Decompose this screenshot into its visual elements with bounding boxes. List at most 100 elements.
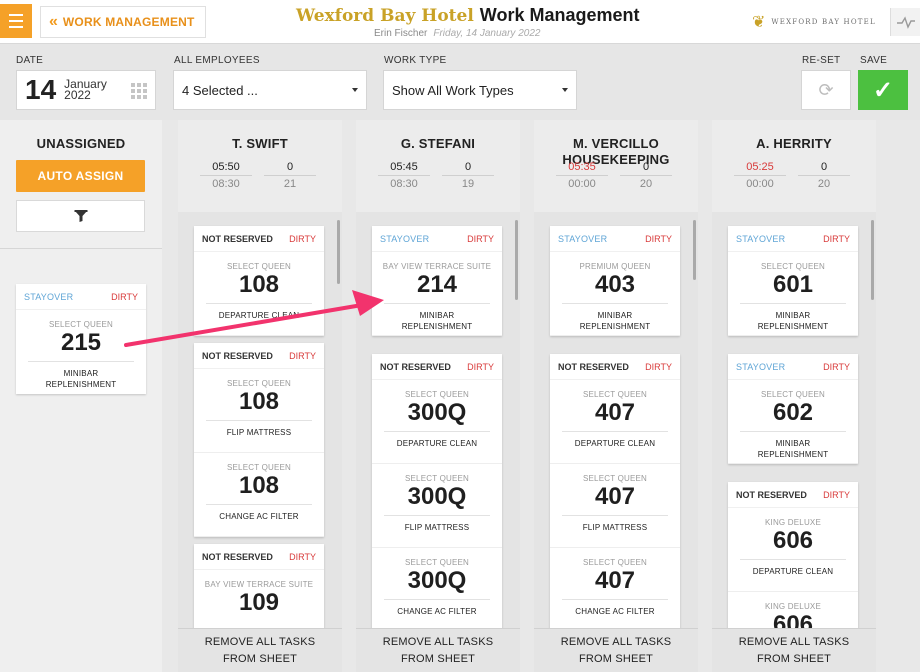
scrollbar[interactable] <box>515 220 518 300</box>
task-name: FLIP MATTRESS <box>404 523 470 532</box>
task-card[interactable]: STAYOVER DIRTY BAY VIEW TERRACE SUITE 21… <box>372 226 502 336</box>
reservation-status: STAYOVER <box>558 233 608 244</box>
room-task[interactable]: SELECT QUEEN 108 CHANGE AC FILTER <box>194 453 324 537</box>
employee-name: G. STEFANI <box>400 136 476 151</box>
employee-column: T. SWIFT 05:50 08:30 0 21 NOT RESERVED D… <box>178 120 342 672</box>
room-state: DIRTY <box>645 233 672 244</box>
employees-select[interactable]: 4 Selected ... <box>173 70 367 110</box>
back-button-label: WORK MANAGEMENT <box>62 15 195 29</box>
task-card[interactable]: NOT RESERVED DIRTY SELECT QUEEN 108 DEPA… <box>194 226 324 336</box>
scrollbar[interactable] <box>337 220 340 284</box>
room-number: 214 <box>416 271 458 298</box>
room-number: 606 <box>772 527 814 554</box>
task-list[interactable]: NOT RESERVED DIRTY SELECT QUEEN 108 DEPA… <box>178 212 342 628</box>
room-type: SELECT QUEEN <box>582 558 648 567</box>
task-list[interactable]: STAYOVER DIRTY SELECT QUEEN 601 MINIBAR R… <box>712 212 876 628</box>
refresh-icon: ⟳ <box>818 79 834 100</box>
room-task[interactable]: SELECT QUEEN 407 DEPARTURE CLEAN <box>550 380 680 464</box>
date-day: 14 <box>25 74 57 105</box>
task-card[interactable]: STAYOVER DIRTY PREMIUM QUEEN 403 MINIBAR… <box>550 226 680 336</box>
menu-icon <box>9 14 23 16</box>
room-state: DIRTY <box>823 233 850 244</box>
scrollbar[interactable] <box>871 220 874 300</box>
save-label: SAVE <box>860 55 888 66</box>
room-type: SELECT QUEEN <box>404 474 470 483</box>
room-number: 108 <box>238 472 280 499</box>
task-name: CHANGE AC FILTER <box>575 607 655 616</box>
room-task[interactable]: KING DELUXE 606 DEPARTURE CLEAN <box>728 508 858 592</box>
filter-button[interactable] <box>16 200 145 232</box>
task-card[interactable]: NOT RESERVED DIRTY BAY VIEW TERRACE SUIT… <box>194 544 324 628</box>
double-chevron-left-icon: « <box>49 13 58 30</box>
hotel-name: Wexford Bay Hotel <box>296 6 474 26</box>
task-name: DEPARTURE CLEAN <box>218 311 300 320</box>
task-name: CHANGE AC FILTER <box>219 512 299 521</box>
room-number: 601 <box>772 271 814 298</box>
date-picker[interactable]: 14 January 2022 <box>16 70 156 110</box>
room-task[interactable]: SELECT QUEEN 602 MINIBAR REPLENISHMENT <box>728 380 858 464</box>
room-task[interactable]: SELECT QUEEN 108 FLIP MATTRESS <box>194 369 324 453</box>
calendar-icon <box>131 83 147 99</box>
room-number: 403 <box>594 271 636 298</box>
reservation-status: STAYOVER <box>24 291 74 302</box>
task-card[interactable]: STAYOVER DIRTY SELECT QUEEN 601 MINIBAR R… <box>728 226 858 336</box>
remove-all-tasks-button[interactable]: REMOVE ALL TASKS FROM SHEET <box>356 628 520 672</box>
remove-all-tasks-button[interactable]: REMOVE ALL TASKS FROM SHEET <box>712 628 876 672</box>
task-list[interactable]: STAYOVER DIRTY PREMIUM QUEEN 403 MINIBAR… <box>534 212 698 628</box>
room-task[interactable]: PREMIUM QUEEN 403 MINIBAR REPLENISHMENT <box>550 252 680 336</box>
task-card[interactable]: STAYOVER DIRTY SELECT QUEEN 215 MINIBAR … <box>16 284 146 394</box>
time-stat: 05:50 08:30 <box>200 160 252 191</box>
task-card[interactable]: NOT RESERVED DIRTY SELECT QUEEN 300Q DEP… <box>372 354 502 628</box>
reservation-status: NOT RESERVED <box>380 361 451 372</box>
filter-bar: DATE 14 January 2022 ALL EMPLOYEES 4 Sel… <box>0 44 920 120</box>
hamburger-menu-button[interactable] <box>0 4 32 38</box>
room-task[interactable]: BAY VIEW TERRACE SUITE 109 <box>194 570 324 628</box>
task-card[interactable]: NOT RESERVED DIRTY KING DELUXE 606 DEPAR… <box>728 482 858 628</box>
remove-all-tasks-button[interactable]: REMOVE ALL TASKS FROM SHEET <box>178 628 342 672</box>
back-button[interactable]: « WORK MANAGEMENT <box>40 6 206 38</box>
save-button[interactable]: ✓ <box>858 70 908 110</box>
room-state: DIRTY <box>467 361 494 372</box>
count-stat: 0 19 <box>442 160 494 191</box>
room-task[interactable]: KING DELUXE 606 <box>728 592 858 628</box>
task-name: CHANGE AC FILTER <box>397 607 477 616</box>
app-title: Work Management <box>479 5 640 25</box>
room-task[interactable]: SELECT QUEEN 300Q DEPARTURE CLEAN <box>372 380 502 464</box>
room-number: 602 <box>772 399 814 426</box>
room-task[interactable]: SELECT QUEEN 300Q CHANGE AC FILTER <box>372 548 502 628</box>
reservation-status: STAYOVER <box>380 233 430 244</box>
task-name: DEPARTURE CLEAN <box>752 567 834 576</box>
reservation-status: NOT RESERVED <box>736 489 807 500</box>
remove-all-tasks-button[interactable]: REMOVE ALL TASKS FROM SHEET <box>534 628 698 672</box>
scrollbar[interactable] <box>693 220 696 280</box>
employee-name: T. SWIFT <box>232 136 288 151</box>
room-task[interactable]: SELECT QUEEN 601 MINIBAR REPLENISHMENT <box>728 252 858 336</box>
room-number: 407 <box>594 483 636 510</box>
reset-button[interactable]: ⟳ <box>801 70 851 110</box>
room-type: SELECT QUEEN <box>582 390 648 399</box>
count-stat: 0 21 <box>264 160 316 191</box>
worktype-select[interactable]: Show All Work Types <box>383 70 577 110</box>
room-task[interactable]: SELECT QUEEN 108 DEPARTURE CLEAN <box>194 252 324 336</box>
task-card[interactable]: STAYOVER DIRTY SELECT QUEEN 602 MINIBAR R… <box>728 354 858 464</box>
room-task[interactable]: SELECT QUEEN 407 CHANGE AC FILTER <box>550 548 680 628</box>
reservation-status: NOT RESERVED <box>202 233 273 244</box>
date-year: 2022 <box>64 88 91 102</box>
room-state: DIRTY <box>289 233 316 244</box>
room-task[interactable]: BAY VIEW TERRACE SUITE 214 MINIBAR REPLEN… <box>372 252 502 336</box>
room-state: DIRTY <box>823 361 850 372</box>
task-name: DEPARTURE CLEAN <box>574 439 656 448</box>
task-card[interactable]: NOT RESERVED DIRTY SELECT QUEEN 407 DEPA… <box>550 354 680 628</box>
count-stat: 0 20 <box>620 160 672 191</box>
funnel-icon <box>74 210 87 222</box>
task-list[interactable]: STAYOVER DIRTY BAY VIEW TERRACE SUITE 21… <box>356 212 520 628</box>
auto-assign-button[interactable]: AUTO ASSIGN <box>16 160 145 192</box>
room-state: DIRTY <box>823 489 850 500</box>
task-card[interactable]: NOT RESERVED DIRTY SELECT QUEEN 108 FLIP… <box>194 343 324 537</box>
room-task[interactable]: SELECT QUEEN 300Q FLIP MATTRESS <box>372 464 502 548</box>
worktype-value: Show All Work Types <box>392 82 514 98</box>
date-month-year: January 2022 <box>64 78 107 102</box>
room-task[interactable]: SELECT QUEEN 407 FLIP MATTRESS <box>550 464 680 548</box>
room-state: DIRTY <box>645 361 672 372</box>
activity-button[interactable] <box>890 8 920 36</box>
